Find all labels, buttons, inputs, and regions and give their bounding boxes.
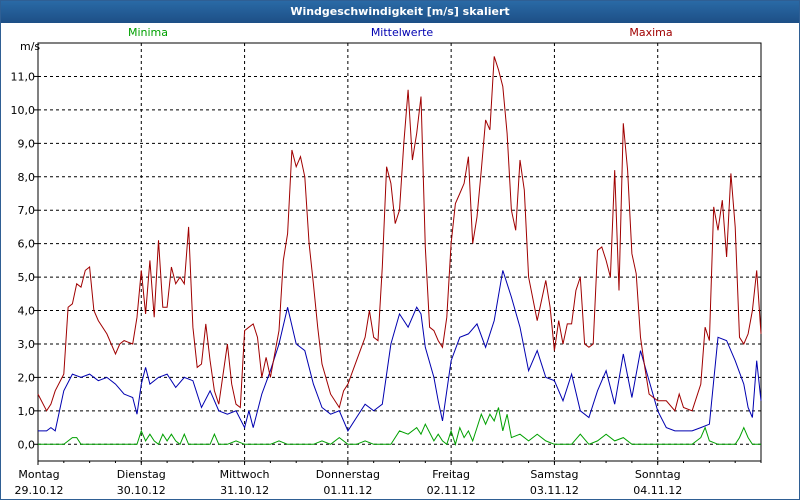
y-tick-label: 3,0 — [18, 338, 36, 351]
legend-minima: Minima — [128, 26, 168, 39]
y-tick-label: 6,0 — [18, 238, 36, 251]
x-tick-date: 31.10.12 — [220, 484, 269, 497]
x-tick-date: 29.10.12 — [15, 484, 64, 497]
wind-speed-chart: 0,0 1,0 2,0 3,0 4,0 5,0 6,0 7,0 8,0 9,0 10,0 11,0 M… — [11, 26, 762, 497]
x-tick-date: 04.11.12 — [633, 484, 682, 497]
x-tick-weekday: Mittwoch — [220, 468, 270, 481]
x-tick-date: 02.11.12 — [427, 484, 476, 497]
x-tick-weekday: Donnerstag — [316, 468, 380, 481]
y-tick-label: 11,0 — [11, 70, 36, 83]
legend-maxima: Maxima — [629, 26, 672, 39]
y-tick-label: 0,0 — [18, 438, 36, 451]
y-tick-label: 7,0 — [18, 204, 36, 217]
y-axis-label: m/s — [20, 40, 40, 53]
y-axis-ticks: 0,0 1,0 2,0 3,0 4,0 5,0 6,0 7,0 8,0 9,0 10,0 11,0 — [11, 70, 38, 451]
x-axis-ticks: Montag 29.10.12 Dienstag 30.10.12 Mittwoch 31… — [15, 461, 762, 497]
y-tick-label: 2,0 — [18, 371, 36, 384]
x-tick-weekday: Freitag — [432, 468, 470, 481]
x-tick-weekday: Dienstag — [117, 468, 166, 481]
y-tick-label: 5,0 — [18, 271, 36, 284]
y-tick-label: 1,0 — [18, 405, 36, 418]
x-tick-weekday: Montag — [18, 468, 59, 481]
y-tick-label: 10,0 — [11, 104, 36, 117]
x-tick-weekday: Sonntag — [635, 468, 681, 481]
x-tick-weekday: Samstag — [530, 468, 578, 481]
y-tick-label: 8,0 — [18, 171, 36, 184]
x-tick-date: 30.10.12 — [117, 484, 166, 497]
y-tick-label: 9,0 — [18, 137, 36, 150]
legend-mittelwerte: Mittelwerte — [371, 26, 434, 39]
x-tick-date: 01.11.12 — [323, 484, 372, 497]
x-tick-date: 03.11.12 — [530, 484, 579, 497]
y-tick-label: 4,0 — [18, 305, 36, 318]
plot-area — [37, 42, 762, 462]
